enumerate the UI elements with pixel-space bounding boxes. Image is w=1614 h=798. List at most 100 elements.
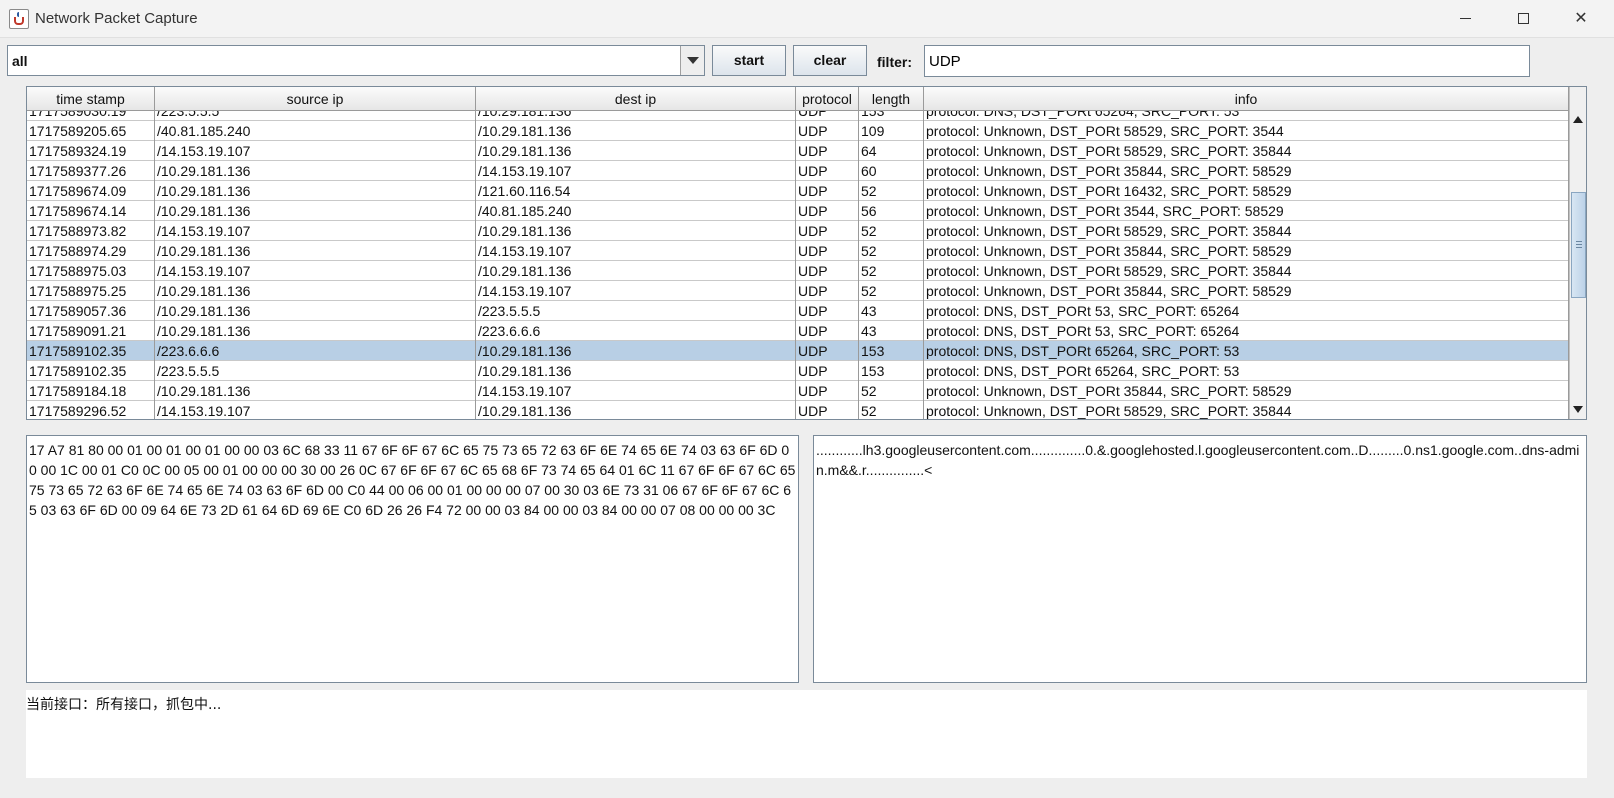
cell-dest-ip: /10.29.181.136 (476, 111, 796, 121)
column-header-dest-ip[interactable]: dest ip (476, 87, 796, 111)
grip-icon (1576, 241, 1582, 248)
close-button[interactable]: ✕ (1552, 0, 1610, 38)
cell-info: protocol: Unknown, DST_PORt 35844, SRC_P… (924, 161, 1569, 181)
table-row[interactable]: 1717589205.65/40.81.185.240/10.29.181.13… (27, 121, 1569, 141)
cell-info: protocol: Unknown, DST_PORt 58529, SRC_P… (924, 121, 1569, 141)
cell-protocol: UDP (796, 281, 859, 301)
cell-time-stamp: 1717589205.65 (27, 121, 155, 141)
cell-protocol: UDP (796, 361, 859, 381)
table-row[interactable]: 1717589296.52/14.153.19.107/10.29.181.13… (27, 401, 1569, 419)
table-row[interactable]: 1717589674.09/10.29.181.136/121.60.116.5… (27, 181, 1569, 201)
cell-info: protocol: DNS, DST_PORt 53, SRC_PORT: 65… (924, 321, 1569, 341)
scroll-down-button[interactable] (1570, 401, 1586, 419)
cell-protocol: UDP (796, 241, 859, 261)
cell-source-ip: /223.5.5.5 (155, 361, 476, 381)
cell-dest-ip: /10.29.181.136 (476, 401, 796, 419)
table-row[interactable]: 1717589674.14/10.29.181.136/40.81.185.24… (27, 201, 1569, 221)
packet-table: time stamp source ip dest ip protocol le… (26, 86, 1587, 420)
column-header-time-stamp[interactable]: time stamp (27, 87, 155, 111)
scroll-up-button[interactable] (1570, 111, 1586, 129)
table-row[interactable]: 1717589057.36/10.29.181.136/223.5.5.5 UDP… (27, 301, 1569, 321)
interface-select[interactable]: all (7, 45, 705, 76)
close-icon: ✕ (1574, 10, 1588, 27)
cell-time-stamp: 1717589296.52 (27, 401, 155, 419)
cell-protocol: UDP (796, 121, 859, 141)
cell-dest-ip: /10.29.181.136 (476, 361, 796, 381)
table-row[interactable]: 1717589324.19/14.153.19.107/10.29.181.13… (27, 141, 1569, 161)
ascii-dump-panel[interactable]: ............lh3.googleusercontent.com...… (813, 435, 1587, 683)
filter-input[interactable] (924, 45, 1530, 77)
interface-dropdown-button[interactable] (680, 46, 704, 75)
cell-source-ip: /10.29.181.136 (155, 301, 476, 321)
cell-source-ip: /10.29.181.136 (155, 281, 476, 301)
cell-dest-ip: /223.5.5.5 (476, 301, 796, 321)
cell-dest-ip: /14.153.19.107 (476, 241, 796, 261)
table-scrollbar[interactable] (1569, 87, 1586, 419)
cell-source-ip: /10.29.181.136 (155, 381, 476, 401)
cell-time-stamp: 1717589184.18 (27, 381, 155, 401)
cell-protocol: UDP (796, 181, 859, 201)
cell-length: 60 (859, 161, 924, 181)
cell-protocol: UDP (796, 201, 859, 221)
java-cup-icon (9, 9, 29, 29)
table-row[interactable]: 1717588974.29/10.29.181.136/14.153.19.10… (27, 241, 1569, 261)
cell-protocol: UDP (796, 261, 859, 281)
table-row[interactable]: 1717588973.82/14.153.19.107/10.29.181.13… (27, 221, 1569, 241)
scrollbar-thumb[interactable] (1571, 192, 1586, 298)
table-body: 1717589030.19/223.5.5.5/10.29.181.136 UDP… (27, 111, 1569, 419)
cell-length: 52 (859, 181, 924, 201)
start-button[interactable]: start (712, 45, 786, 76)
cell-info: protocol: Unknown, DST_PORt 58529, SRC_P… (924, 221, 1569, 241)
cell-info: protocol: Unknown, DST_PORt 16432, SRC_P… (924, 181, 1569, 201)
cell-length: 153 (859, 111, 924, 121)
cell-protocol: UDP (796, 401, 859, 419)
table-row[interactable]: 1717588975.03/14.153.19.107/10.29.181.13… (27, 261, 1569, 281)
cell-source-ip: /14.153.19.107 (155, 221, 476, 241)
cell-source-ip: /14.153.19.107 (155, 261, 476, 281)
cell-protocol: UDP (796, 111, 859, 121)
interface-select-value: all (12, 53, 28, 69)
cell-dest-ip: /14.153.19.107 (476, 161, 796, 181)
cell-time-stamp: 1717589324.19 (27, 141, 155, 161)
table-row[interactable]: 1717589102.35/223.5.5.5/10.29.181.136 UDP… (27, 361, 1569, 381)
cell-time-stamp: 1717589030.19 (27, 111, 155, 121)
cell-info: protocol: Unknown, DST_PORt 58529, SRC_P… (924, 261, 1569, 281)
table-row[interactable]: 1717589091.21/10.29.181.136/223.6.6.6 UDP… (27, 321, 1569, 341)
cell-dest-ip: /14.153.19.107 (476, 381, 796, 401)
cell-time-stamp: 1717588975.25 (27, 281, 155, 301)
table-row[interactable]: 1717589184.18/10.29.181.136/14.153.19.10… (27, 381, 1569, 401)
cell-time-stamp: 1717588975.03 (27, 261, 155, 281)
cell-protocol: UDP (796, 161, 859, 181)
arrow-up-icon (1573, 116, 1583, 123)
cell-length: 52 (859, 261, 924, 281)
window-title: Network Packet Capture (35, 10, 198, 27)
table-row[interactable]: 1717589030.19/223.5.5.5/10.29.181.136 UDP… (27, 111, 1569, 121)
minimize-button[interactable] (1436, 0, 1494, 38)
cell-info: protocol: Unknown, DST_PORt 3544, SRC_PO… (924, 201, 1569, 221)
clear-button[interactable]: clear (793, 45, 867, 76)
cell-length: 43 (859, 321, 924, 341)
cell-source-ip: /10.29.181.136 (155, 241, 476, 261)
chevron-down-icon (687, 57, 699, 64)
table-row[interactable]: 1717588975.25/10.29.181.136/14.153.19.10… (27, 281, 1569, 301)
cell-info: protocol: Unknown, DST_PORt 58529, SRC_P… (924, 401, 1569, 419)
cell-dest-ip: /40.81.185.240 (476, 201, 796, 221)
cell-dest-ip: /121.60.116.54 (476, 181, 796, 201)
cell-dest-ip: /10.29.181.136 (476, 221, 796, 241)
maximize-button[interactable] (1494, 0, 1552, 38)
cell-protocol: UDP (796, 221, 859, 241)
cell-dest-ip: /10.29.181.136 (476, 141, 796, 161)
column-header-source-ip[interactable]: source ip (155, 87, 476, 111)
cell-length: 52 (859, 401, 924, 419)
column-header-info[interactable]: info (924, 87, 1569, 111)
cell-info: protocol: DNS, DST_PORt 65264, SRC_PORT:… (924, 111, 1569, 121)
hex-dump-panel[interactable]: 17 A7 81 80 00 01 00 01 00 01 00 00 03 6… (26, 435, 799, 683)
cell-info: protocol: DNS, DST_PORt 65264, SRC_PORT:… (924, 361, 1569, 381)
cell-time-stamp: 1717589674.14 (27, 201, 155, 221)
column-header-protocol[interactable]: protocol (796, 87, 859, 111)
cell-dest-ip: /10.29.181.136 (476, 341, 796, 361)
column-header-length[interactable]: length (859, 87, 924, 111)
cell-protocol: UDP (796, 141, 859, 161)
table-row[interactable]: 1717589102.35/223.6.6.6/10.29.181.136 UDP… (27, 341, 1569, 361)
table-row[interactable]: 1717589377.26/10.29.181.136/14.153.19.10… (27, 161, 1569, 181)
